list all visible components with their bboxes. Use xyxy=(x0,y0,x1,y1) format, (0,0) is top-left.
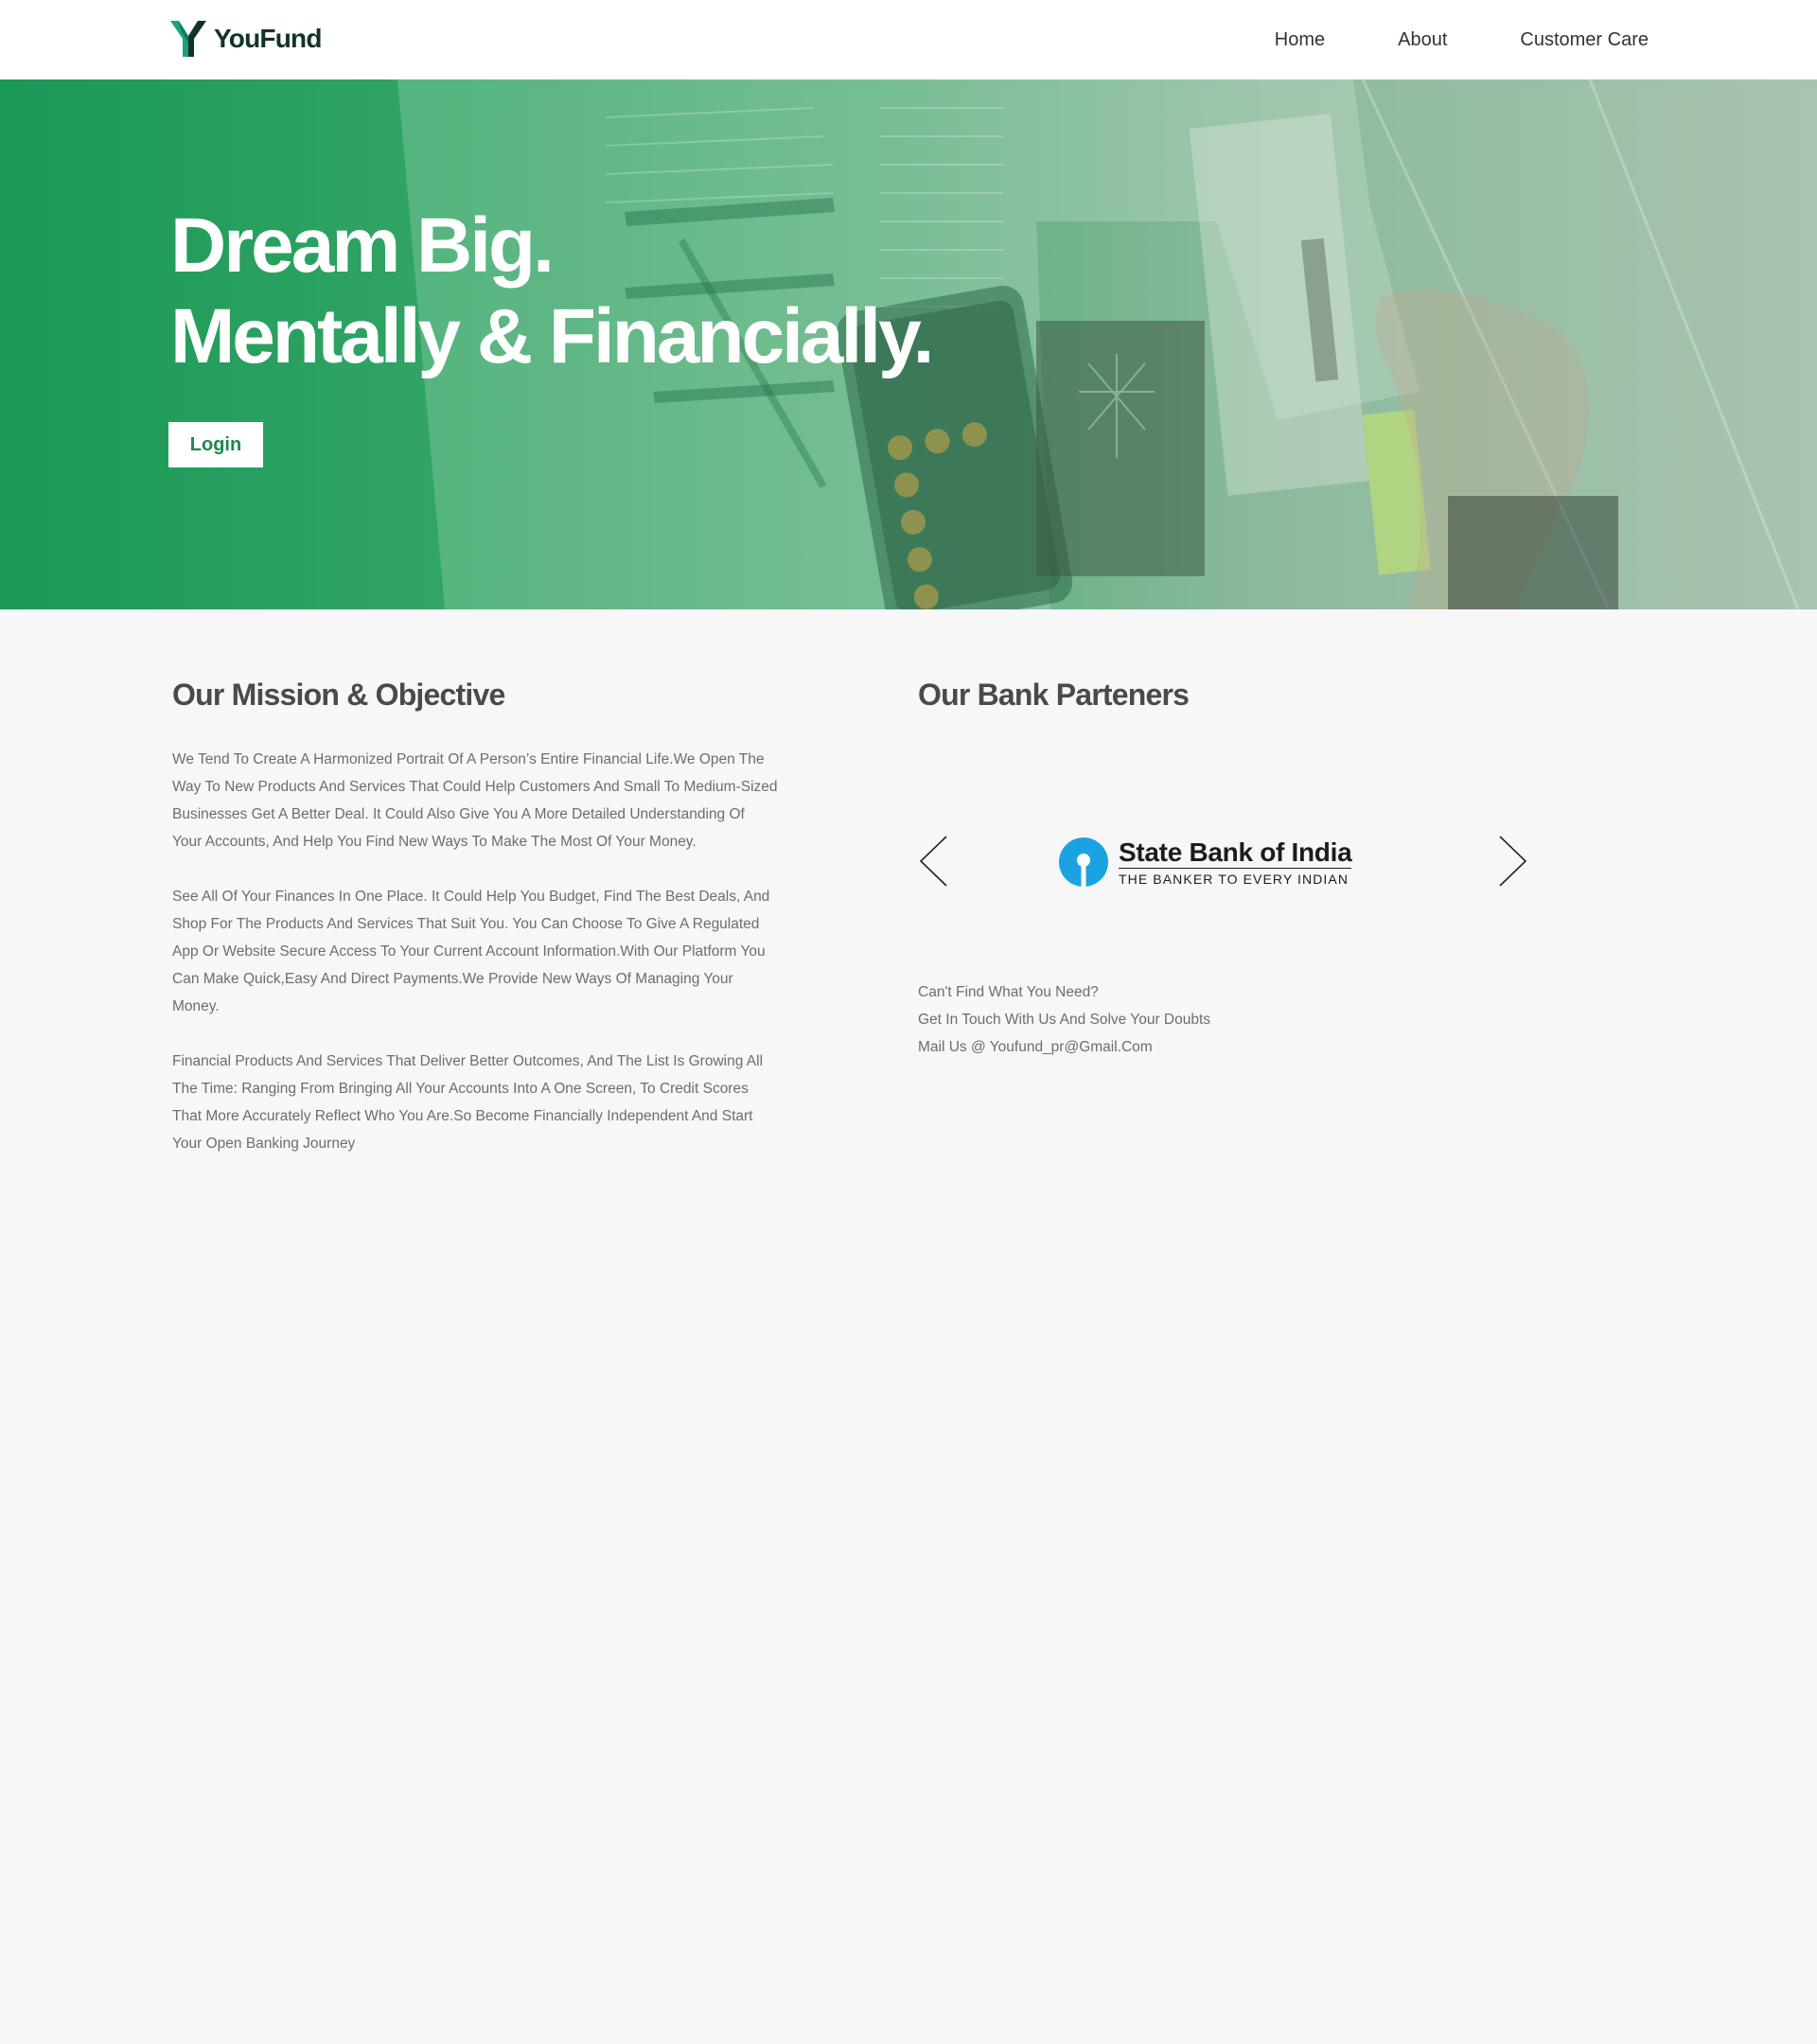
sbi-wordmark: State Bank of India THE BANKER TO EVERY … xyxy=(1119,837,1352,887)
contact-email-line[interactable]: Mail Us @ Youfund_pr@Gmail.Com xyxy=(918,1033,1210,1061)
nav-home-link[interactable]: Home xyxy=(1275,29,1325,51)
youfund-y-logo-icon xyxy=(170,21,206,57)
brand-name: YouFund xyxy=(214,24,322,53)
brand-logo-link[interactable]: YouFund xyxy=(168,19,322,59)
bank-name: State Bank of India xyxy=(1119,837,1352,869)
hero-headline-line-2: Mentally & Financially. xyxy=(170,293,934,379)
contact-line: Get In Touch With Us And Solve Your Doub… xyxy=(918,1012,1211,1028)
nav-customer-care-link[interactable]: Customer Care xyxy=(1520,29,1649,51)
mission-heading: Our Mission & Objective xyxy=(172,678,505,712)
navbar: YouFund Home About Customer Care xyxy=(0,0,1817,79)
chevron-right-icon[interactable] xyxy=(1496,833,1528,890)
hero-headline-line-1: Dream Big. xyxy=(170,203,555,289)
mission-paragraph: Financial Products And Services That Del… xyxy=(172,1053,764,1152)
hero-headline: Dream Big. Mentally & Financially. xyxy=(170,201,934,382)
mission-text: We Tend To Create A Harmonized Portrait … xyxy=(172,746,778,1185)
partners-heading: Our Bank Parteners xyxy=(918,678,1190,712)
hero-banner: Dream Big. Mentally & Financially. Login xyxy=(0,79,1817,609)
main-nav: Home About Customer Care xyxy=(1202,0,1649,79)
sbi-keyhole-logo-icon xyxy=(1059,837,1108,887)
mission-paragraph: We Tend To Create A Harmonized Portrait … xyxy=(172,751,778,850)
contact-line: Can't Find What You Need? xyxy=(918,984,1099,1000)
sbi-logo[interactable]: State Bank of India THE BANKER TO EVERY … xyxy=(1058,837,1352,888)
bank-partners-carousel: State Bank of India THE BANKER TO EVERY … xyxy=(918,833,1528,890)
nav-about-link[interactable]: About xyxy=(1398,29,1447,51)
bank-tagline: THE BANKER TO EVERY INDIAN xyxy=(1119,871,1350,887)
chevron-left-icon[interactable] xyxy=(918,833,950,890)
login-button[interactable]: Login xyxy=(168,422,263,467)
mission-paragraph: See All Of Your Finances In One Place. I… xyxy=(172,889,770,1014)
contact-info: Can't Find What You Need? Get In Touch W… xyxy=(918,978,1210,1061)
